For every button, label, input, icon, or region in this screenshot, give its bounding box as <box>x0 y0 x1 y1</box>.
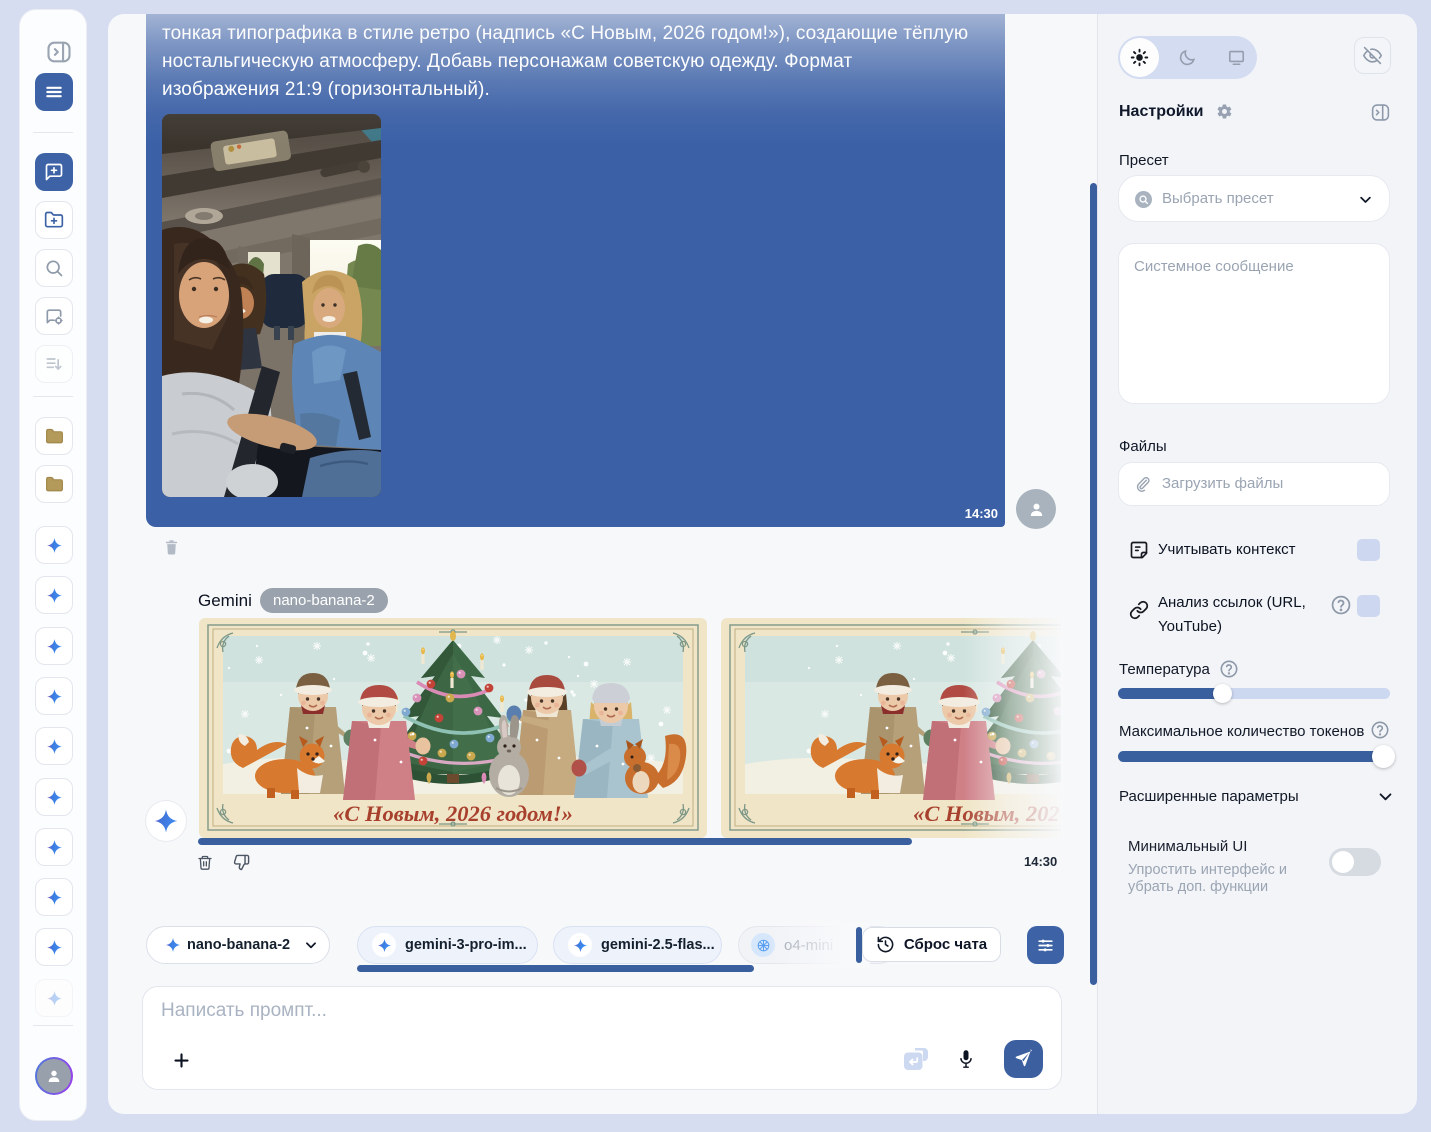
svg-text:«С Новым, 2026 годом!»: «С Новым, 2026 годом!» <box>333 801 573 826</box>
